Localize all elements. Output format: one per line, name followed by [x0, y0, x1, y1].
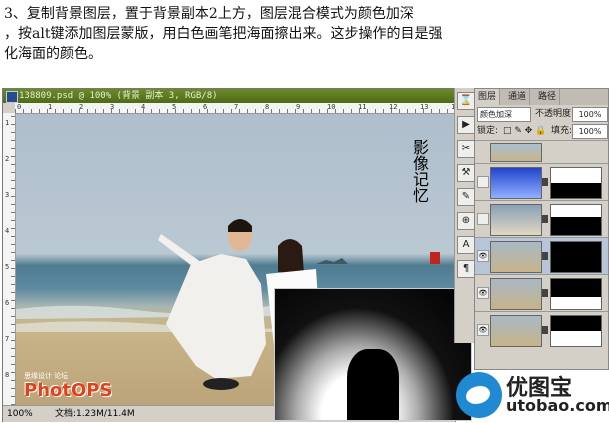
layer-mask-thumbnail[interactable] [550, 241, 602, 273]
layer-row[interactable] [475, 200, 608, 237]
tools-icon[interactable]: ⚒ [457, 164, 475, 182]
ruler-top-number: 2 [79, 103, 84, 111]
layer-thumbnail [490, 278, 542, 310]
tab-layers[interactable]: 图层 [475, 89, 501, 105]
navigator-icon[interactable]: ✂ [457, 140, 475, 158]
visibility-toggle[interactable]: 👁 [477, 287, 489, 299]
lock-label: 锁定: [477, 126, 499, 136]
tutorial-instructions: 3、复制背景图层，置于背景副本2上方，图层混合模式为颜色加深 ，按alt键添加图… [4, 4, 604, 64]
ruler-left-number: 5 [5, 263, 10, 271]
ruler-top-number: 1 [48, 103, 53, 111]
ruler-top-number: 3 [110, 103, 115, 111]
ruler-top-number: 11 [358, 103, 367, 111]
blend-row: 颜色加深 不透明度: 100% [475, 106, 608, 122]
actions-icon[interactable]: ▶ [457, 116, 475, 134]
layer-thumbnail [490, 315, 542, 347]
document-title-bar[interactable]: 138809.psd @ 100% (背景 副本 3, RGB/8) [3, 89, 455, 103]
ruler-top-number: 7 [234, 103, 239, 111]
layer-mask-thumbnail[interactable] [550, 204, 602, 236]
brush-icon[interactable]: ✎ [457, 188, 475, 206]
utobao-bird-icon [456, 372, 502, 418]
ruler-left-number: 1 [5, 119, 10, 127]
ruler-left-number: 4 [5, 227, 10, 235]
stamp-icon[interactable]: ⊕ [457, 212, 475, 230]
link-icon [542, 326, 548, 334]
link-icon [542, 252, 548, 260]
red-seal-stamp [430, 252, 440, 264]
layer-thumbnail [490, 204, 542, 236]
fill-label: 填充: [551, 126, 573, 136]
signature-watermark: 影像记忆 [413, 138, 430, 205]
ruler-top-number: 0 [17, 103, 22, 111]
link-icon [542, 178, 548, 186]
layer-row[interactable] [475, 163, 608, 200]
tab-paths[interactable]: 路径 [535, 89, 561, 105]
instruction-line-1: 3、复制背景图层，置于背景副本2上方，图层混合模式为颜色加深 [4, 6, 414, 22]
layer-thumbnail [490, 241, 542, 273]
ruler-top-number: 10 [327, 103, 336, 111]
layer-thumbnail [490, 143, 542, 162]
ruler-top-number: 8 [265, 103, 270, 111]
ruler-left-number: 6 [5, 299, 10, 307]
link-icon [542, 289, 548, 297]
visibility-toggle[interactable] [477, 213, 489, 225]
layer-mask-thumbnail[interactable] [550, 278, 602, 310]
ruler-top-number: 12 [389, 103, 398, 111]
palette-well: ⌛ ▶ ✂ ⚒ ✎ ⊕ A ¶ [454, 88, 475, 343]
visibility-toggle[interactable]: 👁 [477, 324, 489, 336]
fill-field[interactable]: 100% [572, 124, 608, 139]
instruction-line-3: 化海面的颜色。 [4, 46, 102, 62]
blend-mode-select[interactable]: 颜色加深 [477, 107, 531, 122]
ruler-left-number: 3 [5, 191, 10, 199]
layer-row[interactable]: 👁 [475, 274, 608, 311]
ruler-left-number: 7 [5, 335, 10, 343]
layer-mask-thumbnail[interactable] [550, 315, 602, 347]
instruction-line-2: ，按alt键添加图层蒙版，用白色画笔把海面擦出来。这步操作的目是强 [4, 26, 443, 42]
opacity-label: 不透明度: [535, 109, 575, 119]
paragraph-icon[interactable]: ¶ [457, 260, 475, 278]
history-icon[interactable]: ⌛ [457, 92, 475, 110]
zoom-level[interactable]: 100% [7, 406, 33, 422]
photops-logo: PhotOPS [24, 380, 113, 401]
layer-row-selected[interactable]: 👁 [475, 237, 608, 274]
ruler-top-number: 5 [172, 103, 177, 111]
visibility-toggle[interactable] [477, 176, 489, 188]
tab-channels[interactable]: 通道 [505, 89, 531, 105]
layer-mask-preview [274, 288, 472, 421]
link-icon [542, 215, 548, 223]
ruler-top-number: 9 [296, 103, 301, 111]
lock-row: 锁定: □ ✎ ✥ 🔒 填充: 100% [475, 123, 608, 139]
ruler-left-number: 8 [5, 371, 10, 379]
ruler-top-number: 13 [420, 103, 429, 111]
document-size-info[interactable]: 文档:1.23M/11.4M [55, 406, 135, 422]
opacity-field[interactable]: 100% [572, 107, 608, 122]
utobao-en: utobao.com [506, 396, 609, 415]
text-icon[interactable]: A [457, 236, 475, 254]
layer-row[interactable] [475, 140, 608, 163]
panel-tabs: 图层 通道 路径 [475, 89, 608, 105]
utobao-watermark: 优图宝 utobao.com [456, 368, 609, 422]
couple-silhouette [347, 349, 399, 420]
photoshop-doc-icon [6, 91, 18, 103]
ruler-left-number: 2 [5, 155, 10, 163]
layer-thumbnail [490, 167, 542, 199]
visibility-toggle[interactable]: 👁 [477, 250, 489, 262]
ruler-top-number: 4 [141, 103, 146, 111]
ruler-top-number: 6 [203, 103, 208, 111]
layer-mask-thumbnail[interactable] [550, 167, 602, 199]
layers-panel: 图层 通道 路径 颜色加深 不透明度: 100% 锁定: □ ✎ ✥ 🔒 填充:… [474, 88, 609, 370]
layer-row[interactable]: 👁 [475, 311, 608, 348]
lock-icons[interactable]: □ ✎ ✥ 🔒 [503, 123, 546, 139]
document-title: 138809.psd @ 100% (背景 副本 3, RGB/8) [19, 91, 218, 101]
